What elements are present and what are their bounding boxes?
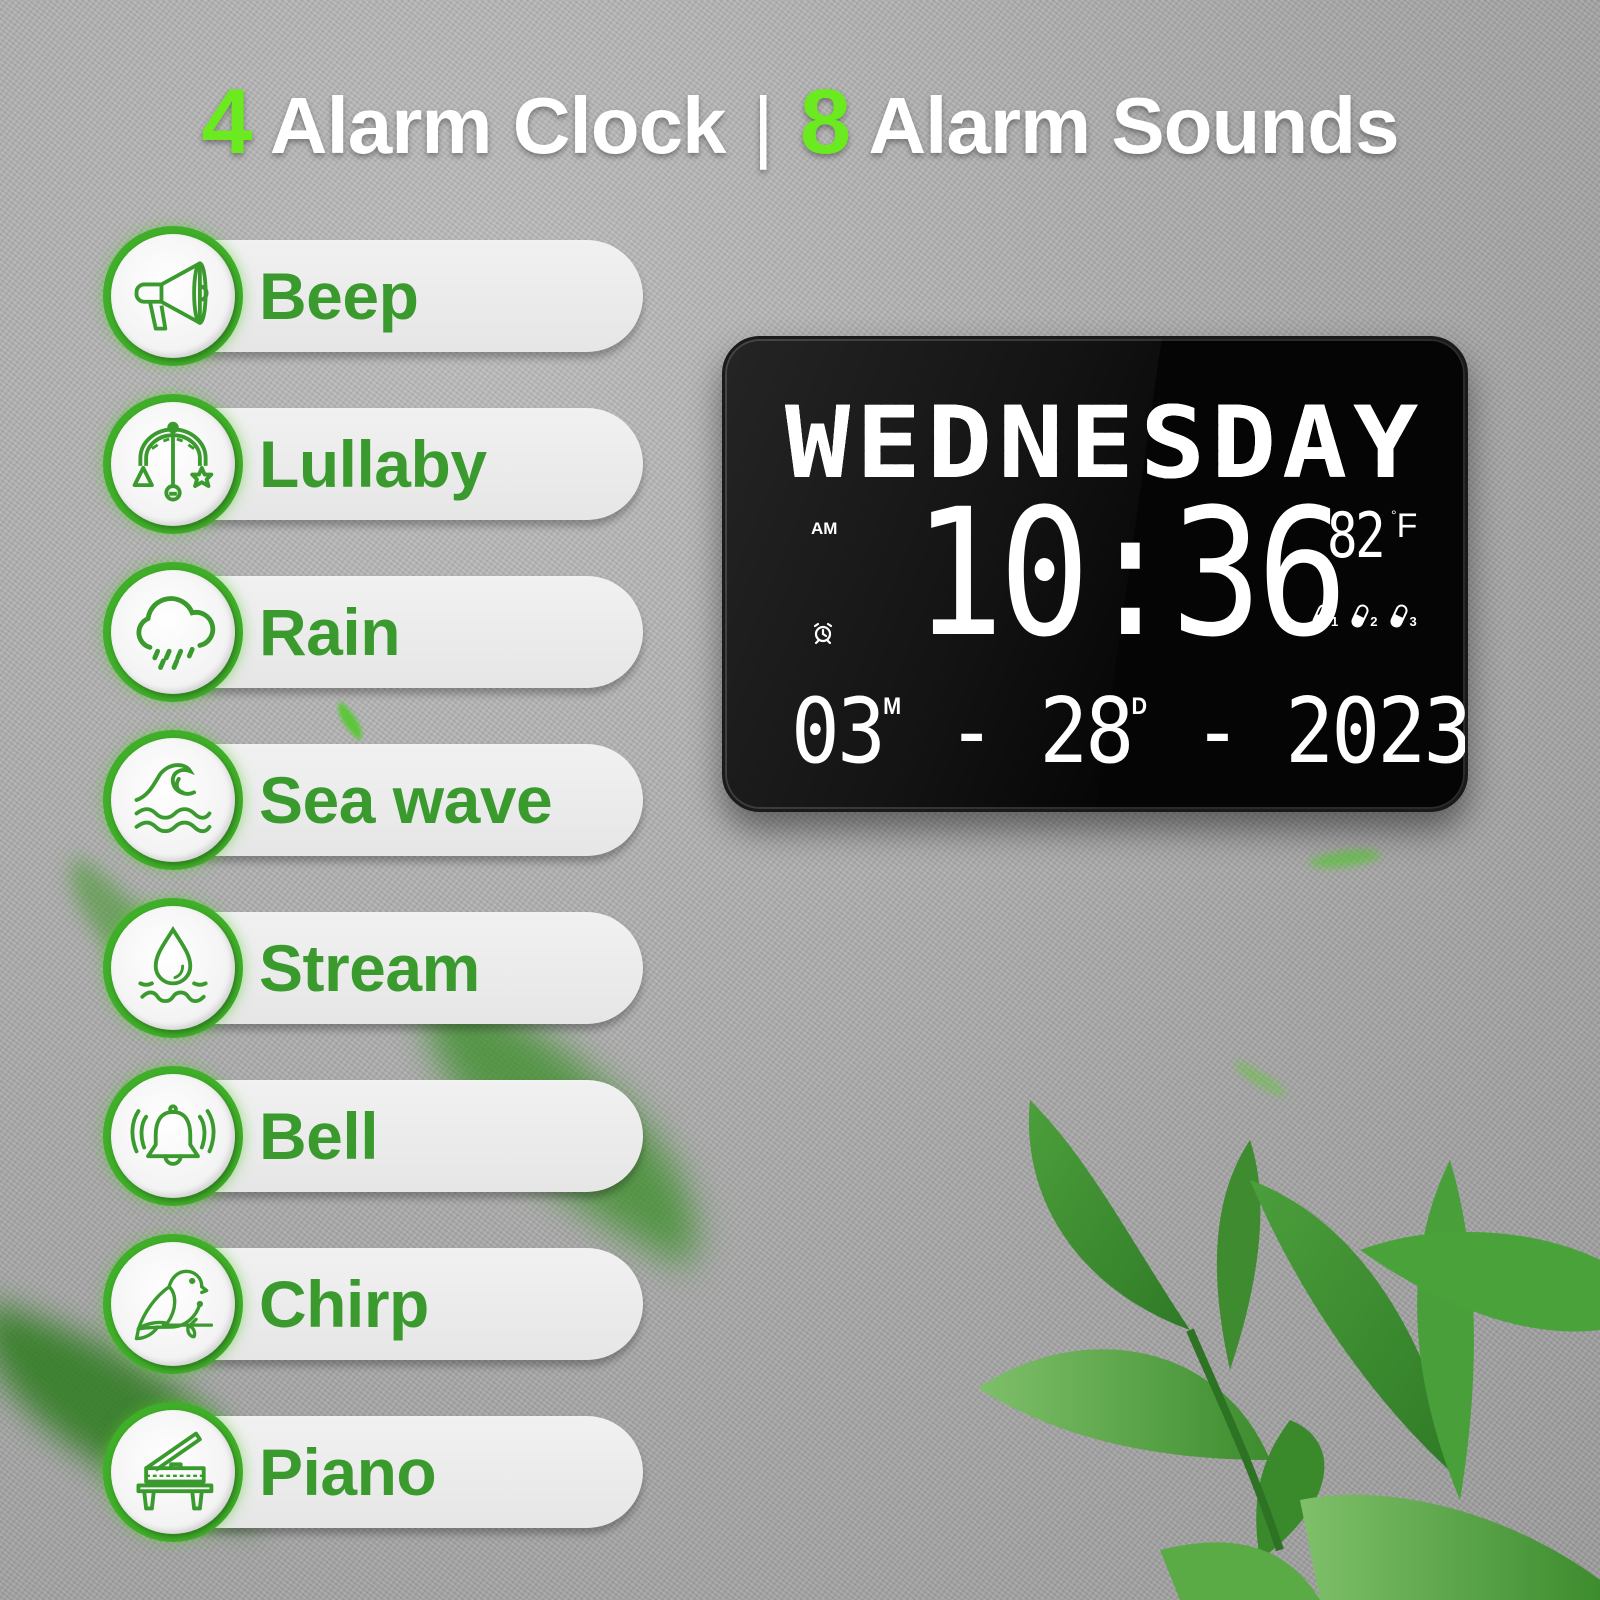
headline: 4 Alarm Clock | 8 Alarm Sounds bbox=[0, 70, 1600, 175]
rain-cloud-icon bbox=[136, 596, 216, 670]
megaphone-icon bbox=[134, 261, 209, 331]
sound-item-bell: Bell bbox=[103, 1066, 643, 1206]
plant-decoration bbox=[978, 1100, 1600, 1600]
date-separator: - bbox=[1193, 679, 1242, 784]
sound-label: Chirp bbox=[259, 1267, 429, 1341]
day-value: 28 bbox=[1039, 679, 1134, 784]
pill-icon bbox=[1351, 604, 1369, 628]
sound-item-piano: Piano bbox=[103, 1402, 643, 1542]
sound-label: Beep bbox=[259, 259, 419, 333]
icon-ring bbox=[103, 394, 243, 534]
blurred-leaf bbox=[1308, 836, 1382, 882]
sound-label: Rain bbox=[259, 595, 401, 669]
bell-icon bbox=[130, 1104, 216, 1166]
sound-count: 8 bbox=[799, 71, 851, 173]
medication-reminder-2: 2 bbox=[1350, 603, 1377, 629]
date-display: 03M - 28D - 2023 bbox=[791, 679, 1468, 784]
icon-ring bbox=[103, 1402, 243, 1542]
month-label: M bbox=[883, 693, 902, 720]
icon-ring bbox=[103, 730, 243, 870]
reminder-number: 3 bbox=[1409, 614, 1417, 629]
sound-item-stream: Stream bbox=[103, 898, 643, 1038]
icon-ring bbox=[103, 562, 243, 702]
time-display: 10:36 bbox=[913, 471, 1348, 676]
medication-reminder-3: 3 bbox=[1389, 603, 1417, 629]
icon-ring bbox=[103, 226, 243, 366]
headline-separator: | bbox=[752, 81, 774, 170]
fahrenheit-label: F bbox=[1396, 507, 1418, 545]
baby-mobile-icon bbox=[132, 421, 214, 502]
sound-label: Sea wave bbox=[259, 763, 553, 837]
medication-reminders: 1 2 3 bbox=[1311, 603, 1417, 629]
sound-label: Stream bbox=[259, 931, 480, 1005]
month-value: 03 bbox=[791, 679, 886, 784]
icon-ring bbox=[103, 898, 243, 1038]
wave-icon bbox=[134, 763, 212, 834]
medication-reminder-1: 1 bbox=[1311, 603, 1338, 629]
sound-label: Bell bbox=[259, 1099, 379, 1173]
reminder-number: 2 bbox=[1370, 614, 1378, 629]
year-value: 2023 bbox=[1285, 679, 1468, 784]
sound-item-rain: Rain bbox=[103, 562, 643, 702]
sound-label: Piano bbox=[259, 1435, 437, 1509]
temperature-value: 82 bbox=[1327, 499, 1386, 572]
temperature-unit: °F bbox=[1391, 507, 1417, 546]
pill-icon bbox=[1390, 604, 1409, 628]
alarm-count: 4 bbox=[201, 71, 252, 173]
water-drop-icon bbox=[138, 925, 208, 1004]
alarm-clock-text: Alarm Clock bbox=[269, 81, 727, 170]
pill-icon bbox=[1312, 604, 1330, 628]
icon-ring bbox=[103, 1234, 243, 1374]
digital-clock: WEDNESDAY AM 10:36 82 °F 1 2 3 03M - 28D… bbox=[722, 336, 1468, 812]
icon-ring bbox=[103, 1066, 243, 1206]
sound-label: Lullaby bbox=[259, 427, 487, 501]
sound-item-chirp: Chirp bbox=[103, 1234, 643, 1374]
day-label: D bbox=[1131, 693, 1148, 720]
sound-item-beep: Beep bbox=[103, 226, 643, 366]
alarm-sounds-text: Alarm Sounds bbox=[868, 81, 1399, 170]
piano-icon bbox=[136, 1431, 214, 1511]
am-pm-indicator: AM bbox=[811, 519, 838, 538]
bird-icon bbox=[134, 1269, 214, 1341]
sound-item-sea-wave: Sea wave bbox=[103, 730, 643, 870]
sound-item-lullaby: Lullaby bbox=[103, 394, 643, 534]
date-separator: - bbox=[947, 679, 996, 784]
reminder-number: 1 bbox=[1331, 614, 1339, 629]
alarm-clock-icon bbox=[813, 622, 833, 645]
